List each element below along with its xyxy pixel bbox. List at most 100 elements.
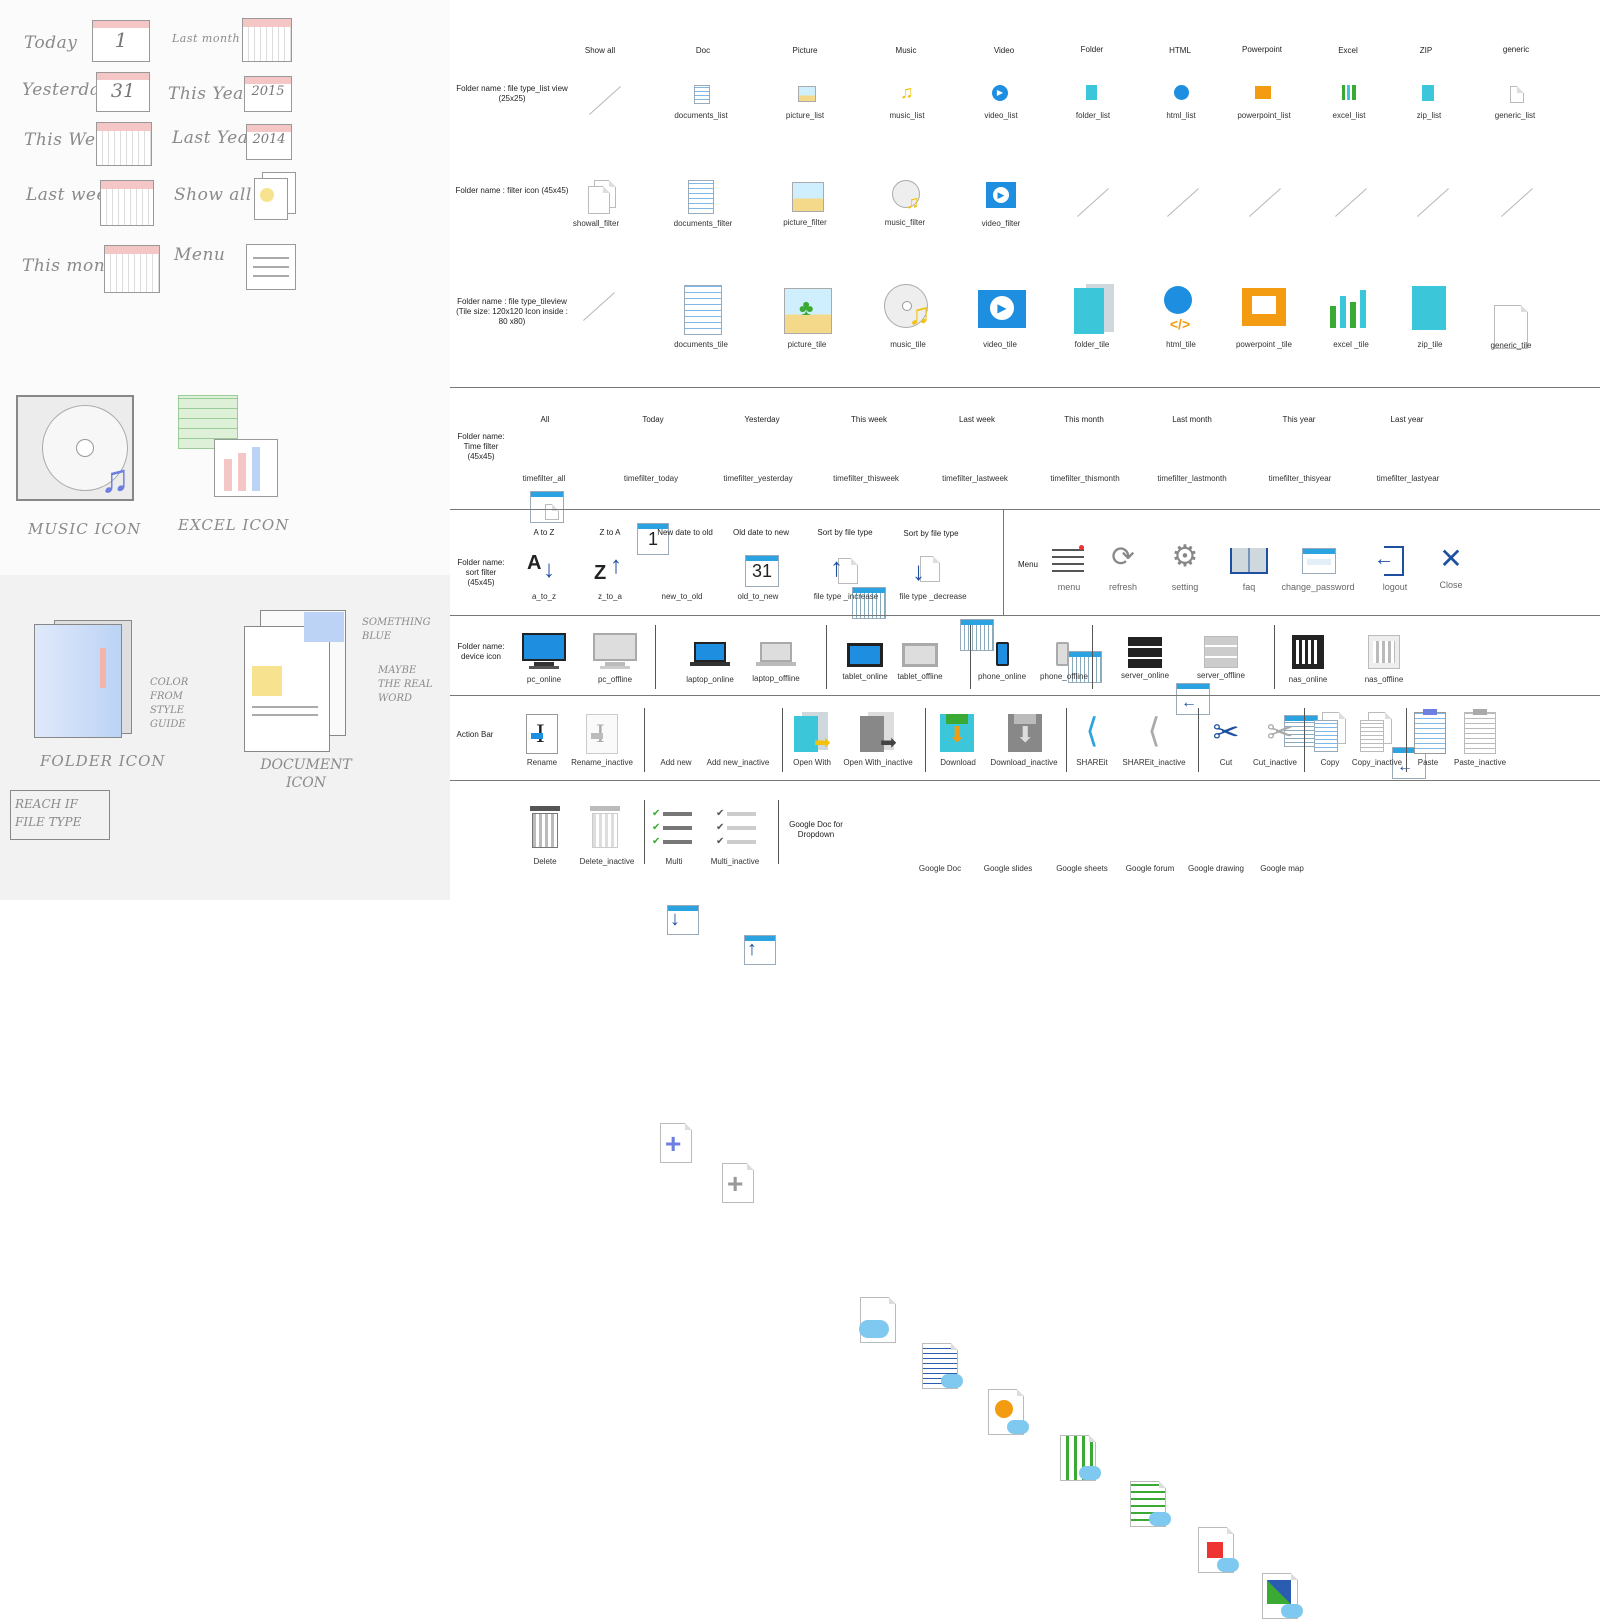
copy-icon[interactable] [1314,712,1346,752]
delete-icon[interactable] [530,806,560,848]
caption-cut-inactive: Cut_inactive [1252,758,1298,767]
paste-inactive-icon[interactable] [1464,709,1496,754]
caption-video-list: video_list [984,111,1018,120]
header-z-to-a: Z to A [599,528,621,537]
multi-icon[interactable]: ✔ ✔ ✔ [652,808,692,847]
download-inactive-icon[interactable]: ⬇ [1008,714,1042,752]
cut-inactive-icon[interactable]: ✂ [1262,712,1298,752]
z-to-a-icon: Z ↑ [594,552,622,584]
caption-music-list: music_list [889,111,925,120]
music-list-icon: ♫ [900,82,914,102]
open-with-icon[interactable]: ➡ [794,712,832,754]
caption-laptop-offline: laptop_offline [752,674,800,683]
caption-zip-tile: zip_tile [1417,340,1443,349]
open-with-inactive-icon[interactable]: ➡ [860,712,898,754]
caption-delete-inactive: Delete_inactive [579,857,635,866]
header-doc: Doc [695,46,711,55]
sketch-calendar-week [96,122,152,166]
caption-timefilter-lastyear: timefilter_lastyear [1376,474,1440,483]
download-icon[interactable]: ⬇ [940,714,974,752]
row-label-time-filter: Folder name: Time filter (45x45) [457,432,505,461]
row-label-list-view: Folder name : file type_list view (25x25… [456,84,568,103]
faq-icon[interactable] [1230,548,1268,574]
music-tile-icon: ♫ [884,284,934,334]
caption-faq: faq [1242,582,1256,592]
caption-video-tile: video_tile [983,340,1017,349]
action-separator-4 [1066,708,1067,772]
device-separator-1 [655,625,656,689]
picture-tile-icon: ♣ [784,288,832,334]
rename-inactive-icon[interactable]: I [586,714,618,754]
sketch-folder-label: FOLDER ICON [40,752,166,770]
header-picture: Picture [792,46,818,55]
divider-time-filter [450,509,1600,510]
header-show-all: Show all [584,46,616,55]
empty-slot-filter-excel [1335,188,1367,217]
row-label-tile-view: Folder name : file type_tileview (Tile s… [456,297,568,326]
caption-paste: Paste [1417,758,1439,767]
caption-google-forum: Google forum [1125,864,1175,873]
powerpoint-tile-icon [1242,288,1286,326]
row-label-device-icon: Folder name: device icon [457,642,505,661]
logout-icon[interactable]: ← [1374,546,1404,576]
divider-sort-filter [450,615,1600,616]
caption-picture-list: picture_list [785,111,825,120]
google-slides-icon [988,1389,1029,1435]
caption-google-doc: Google Doc [918,864,962,873]
empty-slot-filter-generic [1501,188,1533,217]
action-separator-5 [1198,708,1199,772]
caption-google-slides: Google slides [983,864,1033,873]
caption-excel-list: excel_list [1332,111,1366,120]
header-sort-file-type-inc: Sort by file type [817,528,873,537]
header-sort-file-type-dec: Sort by file type [903,529,959,538]
caption-picture-tile: picture_tile [787,340,827,349]
close-icon[interactable]: ✕ [1438,544,1464,574]
caption-setting: setting [1171,582,1199,592]
divider-file-types [450,387,1600,388]
caption-rename: Rename [526,758,558,767]
caption-delete: Delete [533,857,557,866]
caption-timefilter-today: timefilter_today [623,474,679,483]
caption-video-filter: video_filter [981,219,1021,228]
caption-timefilter-lastmonth: timefilter_lastmonth [1157,474,1227,483]
header-today: Today [642,415,664,424]
caption-file-type-increase: file type _increase [813,592,879,601]
delete-inactive-icon[interactable] [590,806,620,848]
menu-icon[interactable] [1052,545,1084,575]
header-video: Video [993,46,1015,55]
caption-timefilter-thisyear: timefilter_thisyear [1268,474,1332,483]
caption-cut: Cut [1219,758,1233,767]
zip-tile-icon [1412,286,1446,330]
google-doc-icon [922,1343,963,1389]
multi-inactive-icon[interactable]: ✔ ✔ ✔ [716,808,756,847]
empty-slot-filter-folder [1077,188,1109,217]
caption-documents-list: documents_list [674,111,728,120]
google-forum-icon [1130,1481,1171,1527]
nas-offline-icon [1368,635,1400,669]
header-a-to-z: A to Z [533,528,555,537]
caption-server-online: server_online [1120,671,1170,680]
setting-icon[interactable]: ⚙ [1170,542,1200,572]
shareit-inactive-icon[interactable]: ⟨ [1136,712,1172,750]
caption-documents-filter: documents_filter [673,219,733,228]
caption-picture-filter: picture_filter [783,218,827,227]
caption-generic-tile: generic_tile [1490,341,1532,350]
sketch-calendar-last-month [242,18,292,62]
generic-list-icon [1510,86,1524,103]
copy-inactive-icon[interactable] [1360,712,1392,752]
shareit-icon[interactable]: ⟨ [1074,712,1110,750]
rename-icon[interactable]: I [526,714,558,754]
sketch-note-word: MAYBE THE REAL WORD [378,665,433,704]
cut-icon[interactable]: ✂ [1208,712,1244,752]
bottom-separator-1 [644,800,645,864]
refresh-icon[interactable]: ⟳ [1108,542,1138,572]
header-this-month: This month [1064,415,1104,424]
google-sheets-icon [1060,1435,1101,1481]
sketch-show-all-icon [250,172,296,220]
change-password-icon[interactable] [1302,548,1336,574]
add-new-inactive-icon[interactable]: + [722,1163,754,1203]
paste-icon[interactable] [1414,709,1446,754]
caption-powerpoint-list: powerpoint_list [1237,111,1291,120]
header-old-to-new: Old date to new [732,528,790,537]
add-new-icon[interactable]: + [660,1123,692,1163]
